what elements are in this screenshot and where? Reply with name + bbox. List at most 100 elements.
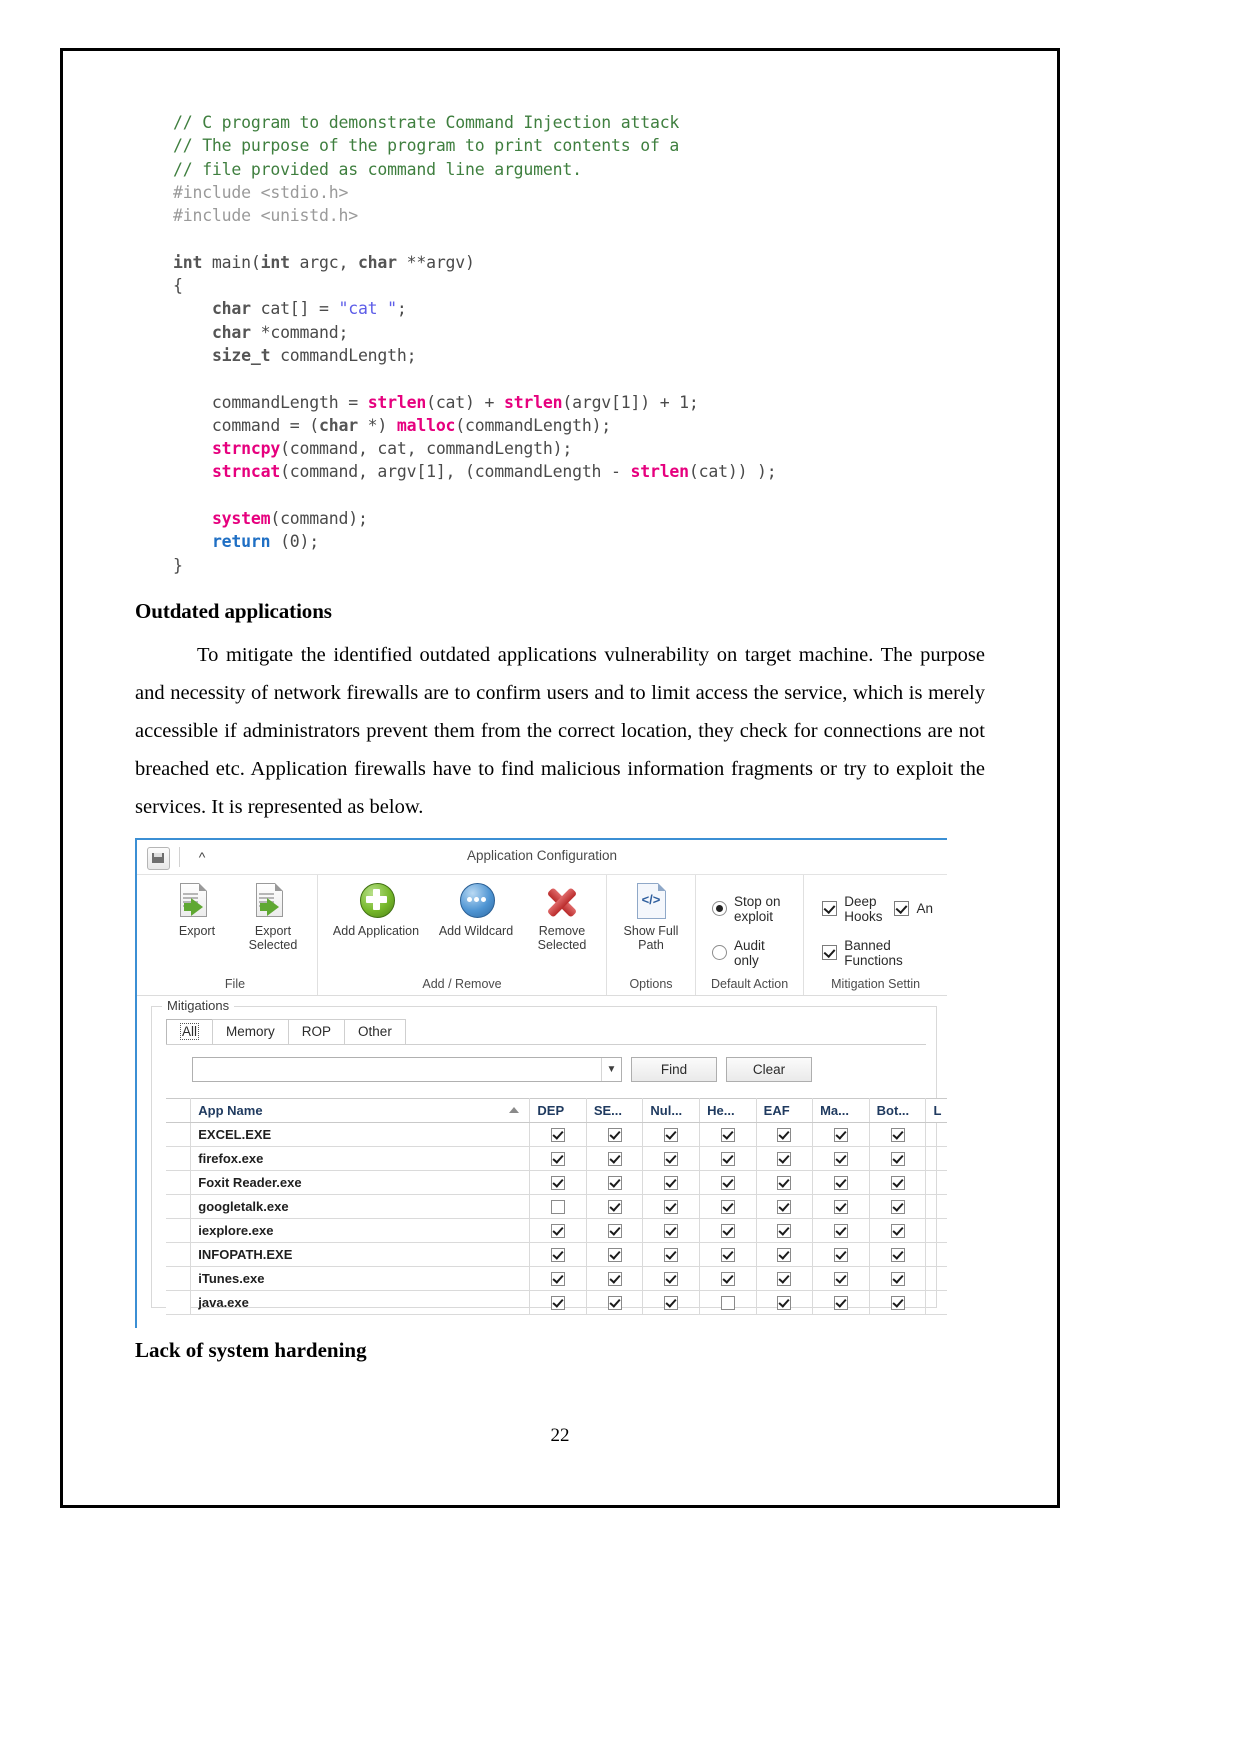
checkbox-checked-icon[interactable]: [890, 1176, 905, 1191]
row-select-cell[interactable]: [166, 1121, 192, 1147]
tab-all[interactable]: All: [166, 1018, 214, 1045]
mitigation-checkbox-cell[interactable]: [529, 1289, 587, 1315]
checkbox-checked-icon[interactable]: [890, 1128, 905, 1143]
mitigation-checkbox-cell[interactable]: [642, 1241, 701, 1267]
checkbox-checked-icon[interactable]: [551, 1176, 566, 1191]
mitigation-cell-clipped[interactable]: [925, 1193, 947, 1219]
mitigation-cell-clipped[interactable]: [925, 1145, 947, 1171]
mitigation-checkbox-cell[interactable]: [585, 1265, 644, 1291]
checkbox-checked-icon[interactable]: [833, 1152, 848, 1167]
mitigation-checkbox-cell[interactable]: [529, 1169, 587, 1195]
mitigation-checkbox-cell[interactable]: [868, 1265, 927, 1291]
mitigation-checkbox-cell[interactable]: [585, 1121, 644, 1147]
mitigation-cell-clipped[interactable]: [925, 1241, 947, 1267]
chevron-down-icon[interactable]: ▼: [601, 1057, 621, 1081]
checkbox-checked-icon[interactable]: [833, 1296, 848, 1311]
mitigation-checkbox-cell[interactable]: [529, 1241, 587, 1267]
checkbox-checked-icon[interactable]: [833, 1176, 848, 1191]
checkbox-checked-icon[interactable]: [720, 1176, 735, 1191]
checkbox-checked-icon[interactable]: [551, 1296, 566, 1311]
checkbox-checked-icon[interactable]: [551, 1128, 566, 1143]
checkbox-checked-icon[interactable]: [551, 1152, 566, 1167]
mitigation-checkbox-cell[interactable]: [812, 1289, 870, 1315]
table-row[interactable]: firefox.exe: [166, 1145, 947, 1171]
row-select-cell[interactable]: [166, 1193, 192, 1219]
checkbox-checked-icon[interactable]: [607, 1248, 622, 1263]
checkbox-checked-icon[interactable]: [607, 1296, 622, 1311]
mitigation-checkbox-cell[interactable]: [585, 1289, 644, 1315]
table-row[interactable]: iexplore.exe: [166, 1217, 947, 1243]
mitigation-checkbox-cell[interactable]: [868, 1145, 927, 1171]
checkbox-checked-icon[interactable]: [664, 1272, 679, 1287]
checkbox-checked-icon[interactable]: [607, 1272, 622, 1287]
checkbox-checked-icon[interactable]: [664, 1176, 679, 1191]
mitigation-checkbox-cell[interactable]: [755, 1241, 814, 1267]
mitigation-checkbox-cell[interactable]: [699, 1289, 757, 1315]
mitigation-checkbox-cell[interactable]: [755, 1265, 814, 1291]
checkbox-checked-icon[interactable]: [664, 1248, 679, 1263]
mitigation-checkbox-cell[interactable]: [812, 1145, 870, 1171]
mitigation-checkbox-cell[interactable]: [812, 1121, 870, 1147]
add-wildcard-button[interactable]: Add Wildcard: [428, 881, 524, 939]
table-row[interactable]: Foxit Reader.exe: [166, 1169, 947, 1195]
remove-selected-button[interactable]: Remove Selected: [524, 881, 600, 953]
mitigation-checkbox-cell[interactable]: [755, 1145, 814, 1171]
checkbox-checked-icon[interactable]: [607, 1200, 622, 1215]
mitigation-checkbox-cell[interactable]: [868, 1217, 927, 1243]
checkbox-deep-hooks[interactable]: [822, 901, 838, 917]
checkbox-checked-icon[interactable]: [890, 1152, 905, 1167]
mitigation-checkbox-cell[interactable]: [699, 1169, 757, 1195]
row-select-cell[interactable]: [166, 1169, 192, 1195]
column-header-mandatory-aslr[interactable]: Ma...: [812, 1097, 870, 1123]
mitigation-checkbox-cell[interactable]: [529, 1121, 587, 1147]
mitigation-checkbox-cell[interactable]: [812, 1169, 870, 1195]
tab-other[interactable]: Other: [344, 1018, 406, 1045]
checkbox-checked-icon[interactable]: [607, 1152, 622, 1167]
mitigation-checkbox-cell[interactable]: [642, 1169, 701, 1195]
mitigation-checkbox-cell[interactable]: [642, 1217, 701, 1243]
mitigation-checkbox-cell[interactable]: [699, 1121, 757, 1147]
mitigation-checkbox-cell[interactable]: [529, 1145, 587, 1171]
export-button[interactable]: Export: [159, 881, 235, 939]
checkbox-checked-icon[interactable]: [890, 1272, 905, 1287]
checkbox-checked-icon[interactable]: [664, 1128, 679, 1143]
checkbox-checked-icon[interactable]: [664, 1152, 679, 1167]
checkbox-anti-detours[interactable]: [894, 901, 910, 917]
mitigation-cell-clipped[interactable]: [925, 1289, 947, 1315]
row-select-cell[interactable]: [166, 1241, 192, 1267]
mitigation-checkbox-cell[interactable]: [868, 1193, 927, 1219]
mitigation-cell-clipped[interactable]: [925, 1265, 947, 1291]
mitigation-checkbox-cell[interactable]: [642, 1121, 701, 1147]
checkbox-checked-icon[interactable]: [777, 1152, 792, 1167]
mitigation-checkbox-cell[interactable]: [529, 1217, 587, 1243]
checkbox-checked-icon[interactable]: [777, 1224, 792, 1239]
checkbox-checked-icon[interactable]: [777, 1200, 792, 1215]
column-header-app-name[interactable]: App Name: [190, 1097, 531, 1123]
mitigation-checkbox-cell[interactable]: [755, 1289, 814, 1315]
column-header-sehop[interactable]: SE...: [585, 1097, 644, 1123]
mitigation-checkbox-cell[interactable]: [529, 1265, 587, 1291]
mitigation-checkbox-cell[interactable]: [868, 1169, 927, 1195]
table-row[interactable]: java.exe: [166, 1289, 947, 1315]
checkbox-checked-icon[interactable]: [833, 1128, 848, 1143]
checkbox-checked-icon[interactable]: [890, 1224, 905, 1239]
checkbox-checked-icon[interactable]: [777, 1128, 792, 1143]
checkbox-checked-icon[interactable]: [664, 1200, 679, 1215]
checkbox-checked-icon[interactable]: [777, 1272, 792, 1287]
search-combobox[interactable]: ▼: [192, 1056, 622, 1082]
clear-button[interactable]: Clear: [726, 1056, 812, 1082]
mitigation-checkbox-cell[interactable]: [585, 1193, 644, 1219]
checkbox-checked-icon[interactable]: [833, 1248, 848, 1263]
mitigation-checkbox-cell[interactable]: [868, 1121, 927, 1147]
checkbox-checked-icon[interactable]: [720, 1272, 735, 1287]
find-button[interactable]: Find: [631, 1056, 717, 1082]
checkbox-checked-icon[interactable]: [664, 1296, 679, 1311]
mitigation-checkbox-cell[interactable]: [755, 1217, 814, 1243]
add-application-button[interactable]: Add Application: [324, 881, 428, 939]
checkbox-checked-icon[interactable]: [833, 1272, 848, 1287]
checkbox-checked-icon[interactable]: [664, 1224, 679, 1239]
mitigation-checkbox-cell[interactable]: [642, 1193, 701, 1219]
checkbox-checked-icon[interactable]: [833, 1200, 848, 1215]
table-row[interactable]: googletalk.exe: [166, 1193, 947, 1219]
checkbox-checked-icon[interactable]: [720, 1128, 735, 1143]
